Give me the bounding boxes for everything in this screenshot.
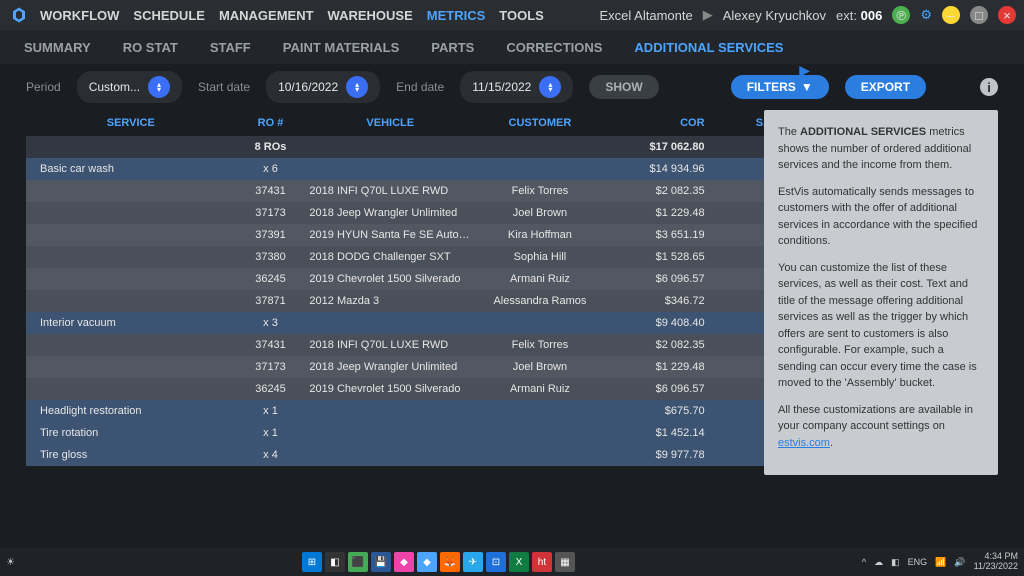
nav-workflow[interactable]: WORKFLOW xyxy=(40,8,119,23)
spinner-icon[interactable]: ▴▾ xyxy=(539,76,561,98)
task-icon[interactable]: 🦊 xyxy=(440,552,460,572)
content: ▶ SERVICE RO # VEHICLE CUSTOMER COR SALE… xyxy=(0,110,1024,466)
subtab-corrections[interactable]: CORRECTIONS xyxy=(502,32,606,63)
weather-icon[interactable]: ☀ xyxy=(6,557,15,568)
user-label[interactable]: Alexey Kryuchkov xyxy=(723,8,826,23)
nav-management[interactable]: MANAGEMENT xyxy=(219,8,314,23)
end-date-label: End date xyxy=(396,80,444,94)
nav-tools[interactable]: TOOLS xyxy=(499,8,544,23)
period-label: Period xyxy=(26,80,61,94)
subtab-paint-materials[interactable]: PAINT MATERIALS xyxy=(279,32,404,63)
col-cor[interactable]: COR xyxy=(605,117,715,129)
gear-icon[interactable]: ⚙ xyxy=(920,7,932,23)
system-tray[interactable]: ^ ☁ ◧ ENG 📶 🔊 4:34 PM 11/23/2022 xyxy=(862,552,1018,572)
tray-chevron-icon[interactable]: ^ xyxy=(862,557,866,567)
subtab-ro-stat[interactable]: RO STAT xyxy=(119,32,182,63)
help-play-icon[interactable]: ▶ xyxy=(799,62,810,79)
taskbar-apps: ⊞ ◧ ⬛ 💾 ◆ ◆ 🦊 ✈ ⊡ X ht ▦ xyxy=(302,552,575,572)
col-ro[interactable]: RO # xyxy=(236,117,306,129)
task-icon[interactable]: ⊡ xyxy=(486,552,506,572)
ext-label: ext: 006 xyxy=(836,8,882,23)
wifi-icon[interactable]: 📶 xyxy=(935,557,946,568)
col-customer[interactable]: CUSTOMER xyxy=(475,117,605,129)
main-nav: WORKFLOW SCHEDULE MANAGEMENT WAREHOUSE METRI… xyxy=(40,8,544,23)
col-vehicle[interactable]: VEHICLE xyxy=(305,117,475,129)
info-icon[interactable]: i xyxy=(980,78,998,96)
subtabs: SUMMARY RO STAT STAFF PAINT MATERIALS PARTS C… xyxy=(0,30,1024,64)
task-icon[interactable]: ◧ xyxy=(325,552,345,572)
help-tooltip: The ADDITIONAL SERVICES metrics shows th… xyxy=(764,110,998,475)
subtab-parts[interactable]: PARTS xyxy=(427,32,478,63)
col-service[interactable]: SERVICE xyxy=(26,117,236,129)
subtab-staff[interactable]: STAFF xyxy=(206,32,255,63)
status-icon[interactable]: ℗ xyxy=(892,6,910,24)
subtab-additional-services[interactable]: ADDITIONAL SERVICES xyxy=(630,32,787,63)
clock[interactable]: 4:34 PM 11/23/2022 xyxy=(974,552,1018,572)
task-icon[interactable]: X xyxy=(509,552,529,572)
period-select[interactable]: Custom... ▴▾ xyxy=(77,71,182,103)
app-logo xyxy=(8,4,30,26)
nav-metrics[interactable]: METRICS xyxy=(427,8,486,23)
task-icon[interactable]: ⬛ xyxy=(348,552,368,572)
volume-icon[interactable]: 🔊 xyxy=(954,557,965,568)
taskbar: ☀ ⊞ ◧ ⬛ 💾 ◆ ◆ 🦊 ✈ ⊡ X ht ▦ ^ ☁ ◧ ENG 📶 🔊… xyxy=(0,548,1024,576)
task-icon[interactable]: ◆ xyxy=(417,552,437,572)
start-date-label: Start date xyxy=(198,80,250,94)
filters-button[interactable]: FILTERS ▼ xyxy=(731,75,829,99)
export-button[interactable]: EXPORT xyxy=(845,75,926,99)
spinner-icon[interactable]: ▴▾ xyxy=(148,76,170,98)
maximize-icon[interactable]: □ xyxy=(970,6,988,24)
show-button[interactable]: SHOW xyxy=(589,75,658,99)
start-icon[interactable]: ⊞ xyxy=(302,552,322,572)
task-icon[interactable]: 💾 xyxy=(371,552,391,572)
filter-bar: Period Custom... ▴▾ Start date 10/16/202… xyxy=(0,64,1024,110)
task-icon[interactable]: ht xyxy=(532,552,552,572)
tray-cloud-icon[interactable]: ☁ xyxy=(874,557,883,568)
end-date-input[interactable]: 11/15/2022 ▴▾ xyxy=(460,71,573,103)
tray-lang[interactable]: ENG xyxy=(908,557,928,567)
task-icon[interactable]: ▦ xyxy=(555,552,575,572)
spinner-icon[interactable]: ▴▾ xyxy=(346,76,368,98)
task-icon[interactable]: ◆ xyxy=(394,552,414,572)
close-icon[interactable]: × xyxy=(998,6,1016,24)
task-icon[interactable]: ✈ xyxy=(463,552,483,572)
tray-item[interactable]: ◧ xyxy=(891,557,900,568)
location-label[interactable]: Excel Altamonte xyxy=(600,8,693,23)
nav-schedule[interactable]: SCHEDULE xyxy=(133,8,205,23)
subtab-summary[interactable]: SUMMARY xyxy=(20,32,95,63)
start-date-input[interactable]: 10/16/2022 ▴▾ xyxy=(266,71,380,103)
play-icon[interactable]: ▶ xyxy=(703,7,713,23)
nav-warehouse[interactable]: WAREHOUSE xyxy=(328,8,413,23)
minimize-icon[interactable]: – xyxy=(942,6,960,24)
estvis-link[interactable]: estvis.com xyxy=(778,437,830,449)
topbar: WORKFLOW SCHEDULE MANAGEMENT WAREHOUSE METRI… xyxy=(0,0,1024,30)
